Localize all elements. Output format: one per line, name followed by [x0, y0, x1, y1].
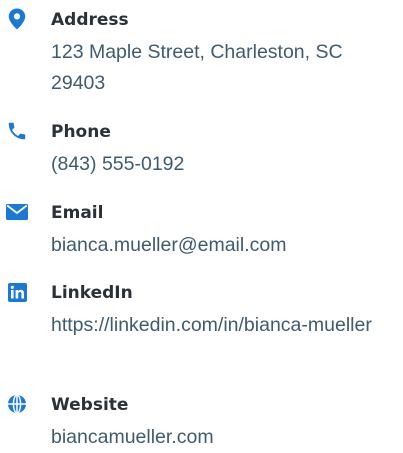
- phone-value: (843) 555-0192: [51, 153, 185, 175]
- address-value: 123 Maple Street, Charleston, SC 29403: [51, 41, 343, 94]
- map-pin-icon: [6, 8, 28, 30]
- linkedin-icon: [6, 281, 28, 303]
- envelope-icon: [6, 201, 28, 223]
- website-label: Website: [51, 395, 129, 415]
- phone-icon: [6, 120, 28, 142]
- globe-icon: [6, 393, 28, 415]
- address-label: Address: [51, 10, 129, 30]
- website-value: biancamueller.com: [51, 426, 214, 448]
- email-label: Email: [51, 203, 104, 223]
- linkedin-label: LinkedIn: [51, 283, 133, 303]
- phone-label: Phone: [51, 122, 111, 142]
- linkedin-value: https://linkedin.com/in/bianca-mueller: [51, 314, 372, 336]
- email-value: bianca.mueller@email.com: [51, 234, 287, 256]
